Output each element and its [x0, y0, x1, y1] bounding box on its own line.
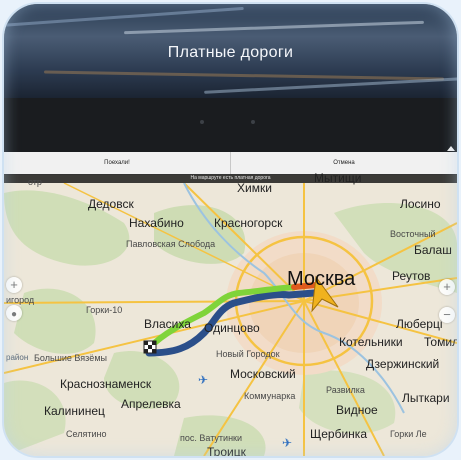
- map-label-gorki-len: Горки Ле: [390, 429, 427, 439]
- map-label-lyuberts: Люберці: [396, 317, 443, 331]
- map-label-vatutinki: пос. Ватутинки: [180, 433, 242, 443]
- map-label-troitsk: Троицк: [207, 445, 246, 456]
- map-label-pavlovskaya: Павловская Слобода: [126, 239, 216, 249]
- map-label-krasnogorsk: Красногорск: [214, 216, 283, 230]
- map-label-balash: Балаш: [414, 243, 452, 257]
- sensor-dot: [200, 120, 204, 124]
- plus-icon: +: [443, 279, 451, 294]
- map-label-losino: Лосино: [400, 197, 441, 211]
- go-button[interactable]: Поехали!: [4, 152, 230, 174]
- map-label-bolshie: Большие Вязёмы: [34, 353, 107, 363]
- map-label-shcherbinka: Щербинка: [310, 427, 367, 441]
- camera-dot: [251, 120, 255, 124]
- finish-flag-icon: [143, 340, 157, 354]
- zoom-out-button[interactable]: −: [439, 307, 455, 323]
- map-label-rayon: район: [6, 353, 29, 362]
- zoom-in-button[interactable]: +: [6, 277, 22, 293]
- map-label-khimki: Химки: [237, 181, 272, 195]
- map-label-kommunarka: Коммунарка: [244, 391, 296, 401]
- menu-indicator-icon: [447, 146, 455, 151]
- minus-icon: −: [443, 307, 451, 322]
- app-window: Платные дороги Поехали! Отмена На маршру…: [4, 4, 457, 456]
- map-label-vidnoe: Видное: [336, 403, 378, 417]
- map-view[interactable]: ✈ ✈ Москва Мытищи Химки Дедовск Лосино Н…: [4, 171, 457, 456]
- device-bezel: [4, 98, 457, 152]
- banner-decor: [124, 20, 424, 35]
- map-label-gorki: Горки-10: [86, 305, 123, 315]
- map-label-moskovsky: Московский: [230, 367, 296, 381]
- route-actions: Поехали! Отмена: [4, 152, 457, 175]
- zoom-in-right-button[interactable]: +: [439, 279, 455, 295]
- map-label-odintsovo: Одинцово: [204, 321, 260, 335]
- map-label-selyatino: Селятино: [66, 429, 107, 439]
- map-label-krasnozn: Краснознаменск: [60, 377, 152, 391]
- map-label-zvenigorod: игород: [6, 295, 35, 305]
- airport-icon: ✈: [198, 373, 208, 387]
- map-label-mytishchi: Мытищи: [314, 171, 362, 185]
- voice-button[interactable]: ●: [6, 305, 22, 321]
- plus-icon: +: [10, 277, 18, 292]
- map-label-otr: отр: [28, 177, 42, 187]
- mic-icon: ●: [10, 309, 18, 320]
- map-label-lytkarino: Лыткари: [402, 391, 450, 405]
- banner-decor: [204, 77, 457, 94]
- banner: Платные дороги: [4, 4, 457, 98]
- map-label-vlasikha: Власиха: [144, 317, 191, 331]
- map-label-razvilka: Развилка: [326, 385, 365, 395]
- map-label-moskva: Москва: [287, 268, 356, 290]
- map-label-reutov: Реутов: [392, 269, 431, 283]
- map-label-novy: Новый Городок: [216, 349, 280, 359]
- map-label-nakhabino: Нахабино: [129, 216, 184, 230]
- banner-decor: [44, 70, 444, 81]
- map-label-kalininets: Калининец: [44, 404, 105, 418]
- map-label-dzerzh: Дзержинский: [366, 357, 440, 371]
- map-label-tomil: Томил: [424, 335, 457, 349]
- map-label-vostochny: Восточный: [390, 229, 436, 239]
- airport-icon: ✈: [282, 436, 292, 450]
- map-label-kotelniki: Котельники: [339, 335, 403, 349]
- banner-decor: [4, 6, 244, 29]
- map-label-aprelevka: Апрелевка: [121, 397, 181, 411]
- toll-notice: На маршруте есть платная дорога: [4, 174, 457, 183]
- map-label-dedovsk: Дедовск: [88, 197, 134, 211]
- banner-title: Платные дороги: [167, 44, 294, 61]
